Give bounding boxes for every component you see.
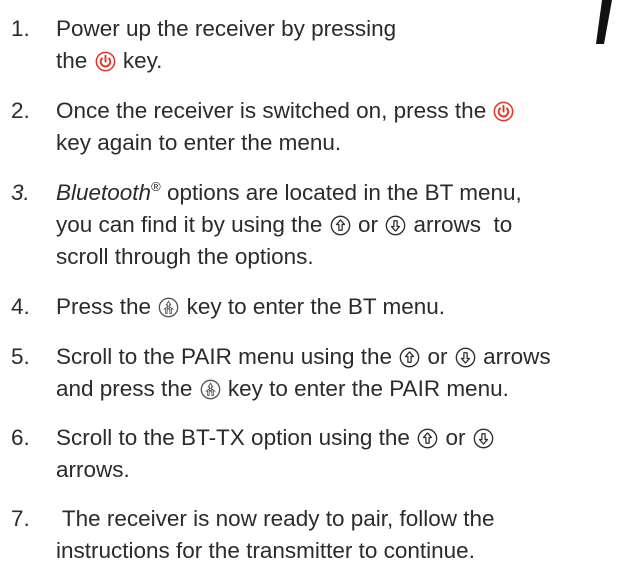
step-text-segment: Once the receiver is switched on, press …	[56, 98, 487, 123]
step-text-segment: Scroll to the BT-TX option using the	[56, 425, 410, 450]
step-text-segment: The receiver is now ready to pair, follo…	[56, 506, 495, 531]
step-text-segment: or	[427, 344, 448, 369]
menu-select-icon	[158, 297, 179, 318]
step-text: Scroll to the BT-TX option using the or …	[56, 422, 631, 486]
step-text-segment: and press the	[56, 376, 193, 401]
down-arrow-icon	[385, 215, 406, 236]
step-text: Press the key to enter the BT menu.	[56, 291, 631, 323]
step-text-segment: options are located in the BT menu,	[166, 180, 522, 205]
step-number: 3.	[11, 180, 30, 205]
step-number: 5.	[11, 344, 30, 369]
step-text: Once the receiver is switched on, press …	[56, 95, 631, 159]
step-number: 1.	[11, 16, 30, 41]
step-text-segment: key again to enter the menu.	[56, 130, 342, 155]
step-text-segment: key.	[122, 48, 163, 73]
bluetooth-brand-text: Bluetooth	[56, 180, 152, 205]
step-text: Power up the receiver by pressing the ke…	[56, 13, 631, 77]
step-number: 4.	[11, 294, 30, 319]
step-text: Scroll to the PAIR menu using the or arr…	[56, 341, 631, 405]
step-text: The receiver is now ready to pair, follo…	[56, 503, 631, 567]
instruction-page: 1. Power up the receiver by pressing the…	[0, 0, 631, 578]
step-text-segment: instructions for the transmitter to cont…	[56, 538, 475, 563]
step-text-segment: scroll through the options.	[56, 244, 314, 269]
down-arrow-icon	[473, 428, 494, 449]
step-text-segment: Scroll to the PAIR menu using the	[56, 344, 393, 369]
menu-select-icon	[200, 379, 221, 400]
step-text-segment: arrows.	[56, 457, 130, 482]
step-number: 6.	[11, 425, 30, 450]
up-arrow-icon	[417, 428, 438, 449]
step-text-segment: the	[56, 48, 88, 73]
step-text-segment: Power up the receiver by pressing	[56, 16, 397, 41]
step-text-segment: you can find it by using the	[56, 212, 323, 237]
step-text-segment: or	[445, 425, 466, 450]
step-number: 7.	[11, 506, 30, 531]
step-text-segment: or	[357, 212, 378, 237]
step-text-segment: arrows	[483, 344, 551, 369]
step-number: 2.	[11, 98, 30, 123]
registered-mark: ®	[151, 179, 161, 194]
power-icon	[95, 51, 116, 72]
step-text-segment: key to enter the BT menu.	[186, 294, 446, 319]
step-text: Bluetooth® options are located in the BT…	[56, 177, 631, 273]
power-icon	[493, 101, 514, 122]
step-text-segment: Press the	[56, 294, 152, 319]
step-text-segment: key to enter the PAIR menu.	[227, 376, 509, 401]
down-arrow-icon	[455, 347, 476, 368]
step-text-segment: arrows to	[413, 212, 513, 237]
up-arrow-icon	[399, 347, 420, 368]
up-arrow-icon	[330, 215, 351, 236]
